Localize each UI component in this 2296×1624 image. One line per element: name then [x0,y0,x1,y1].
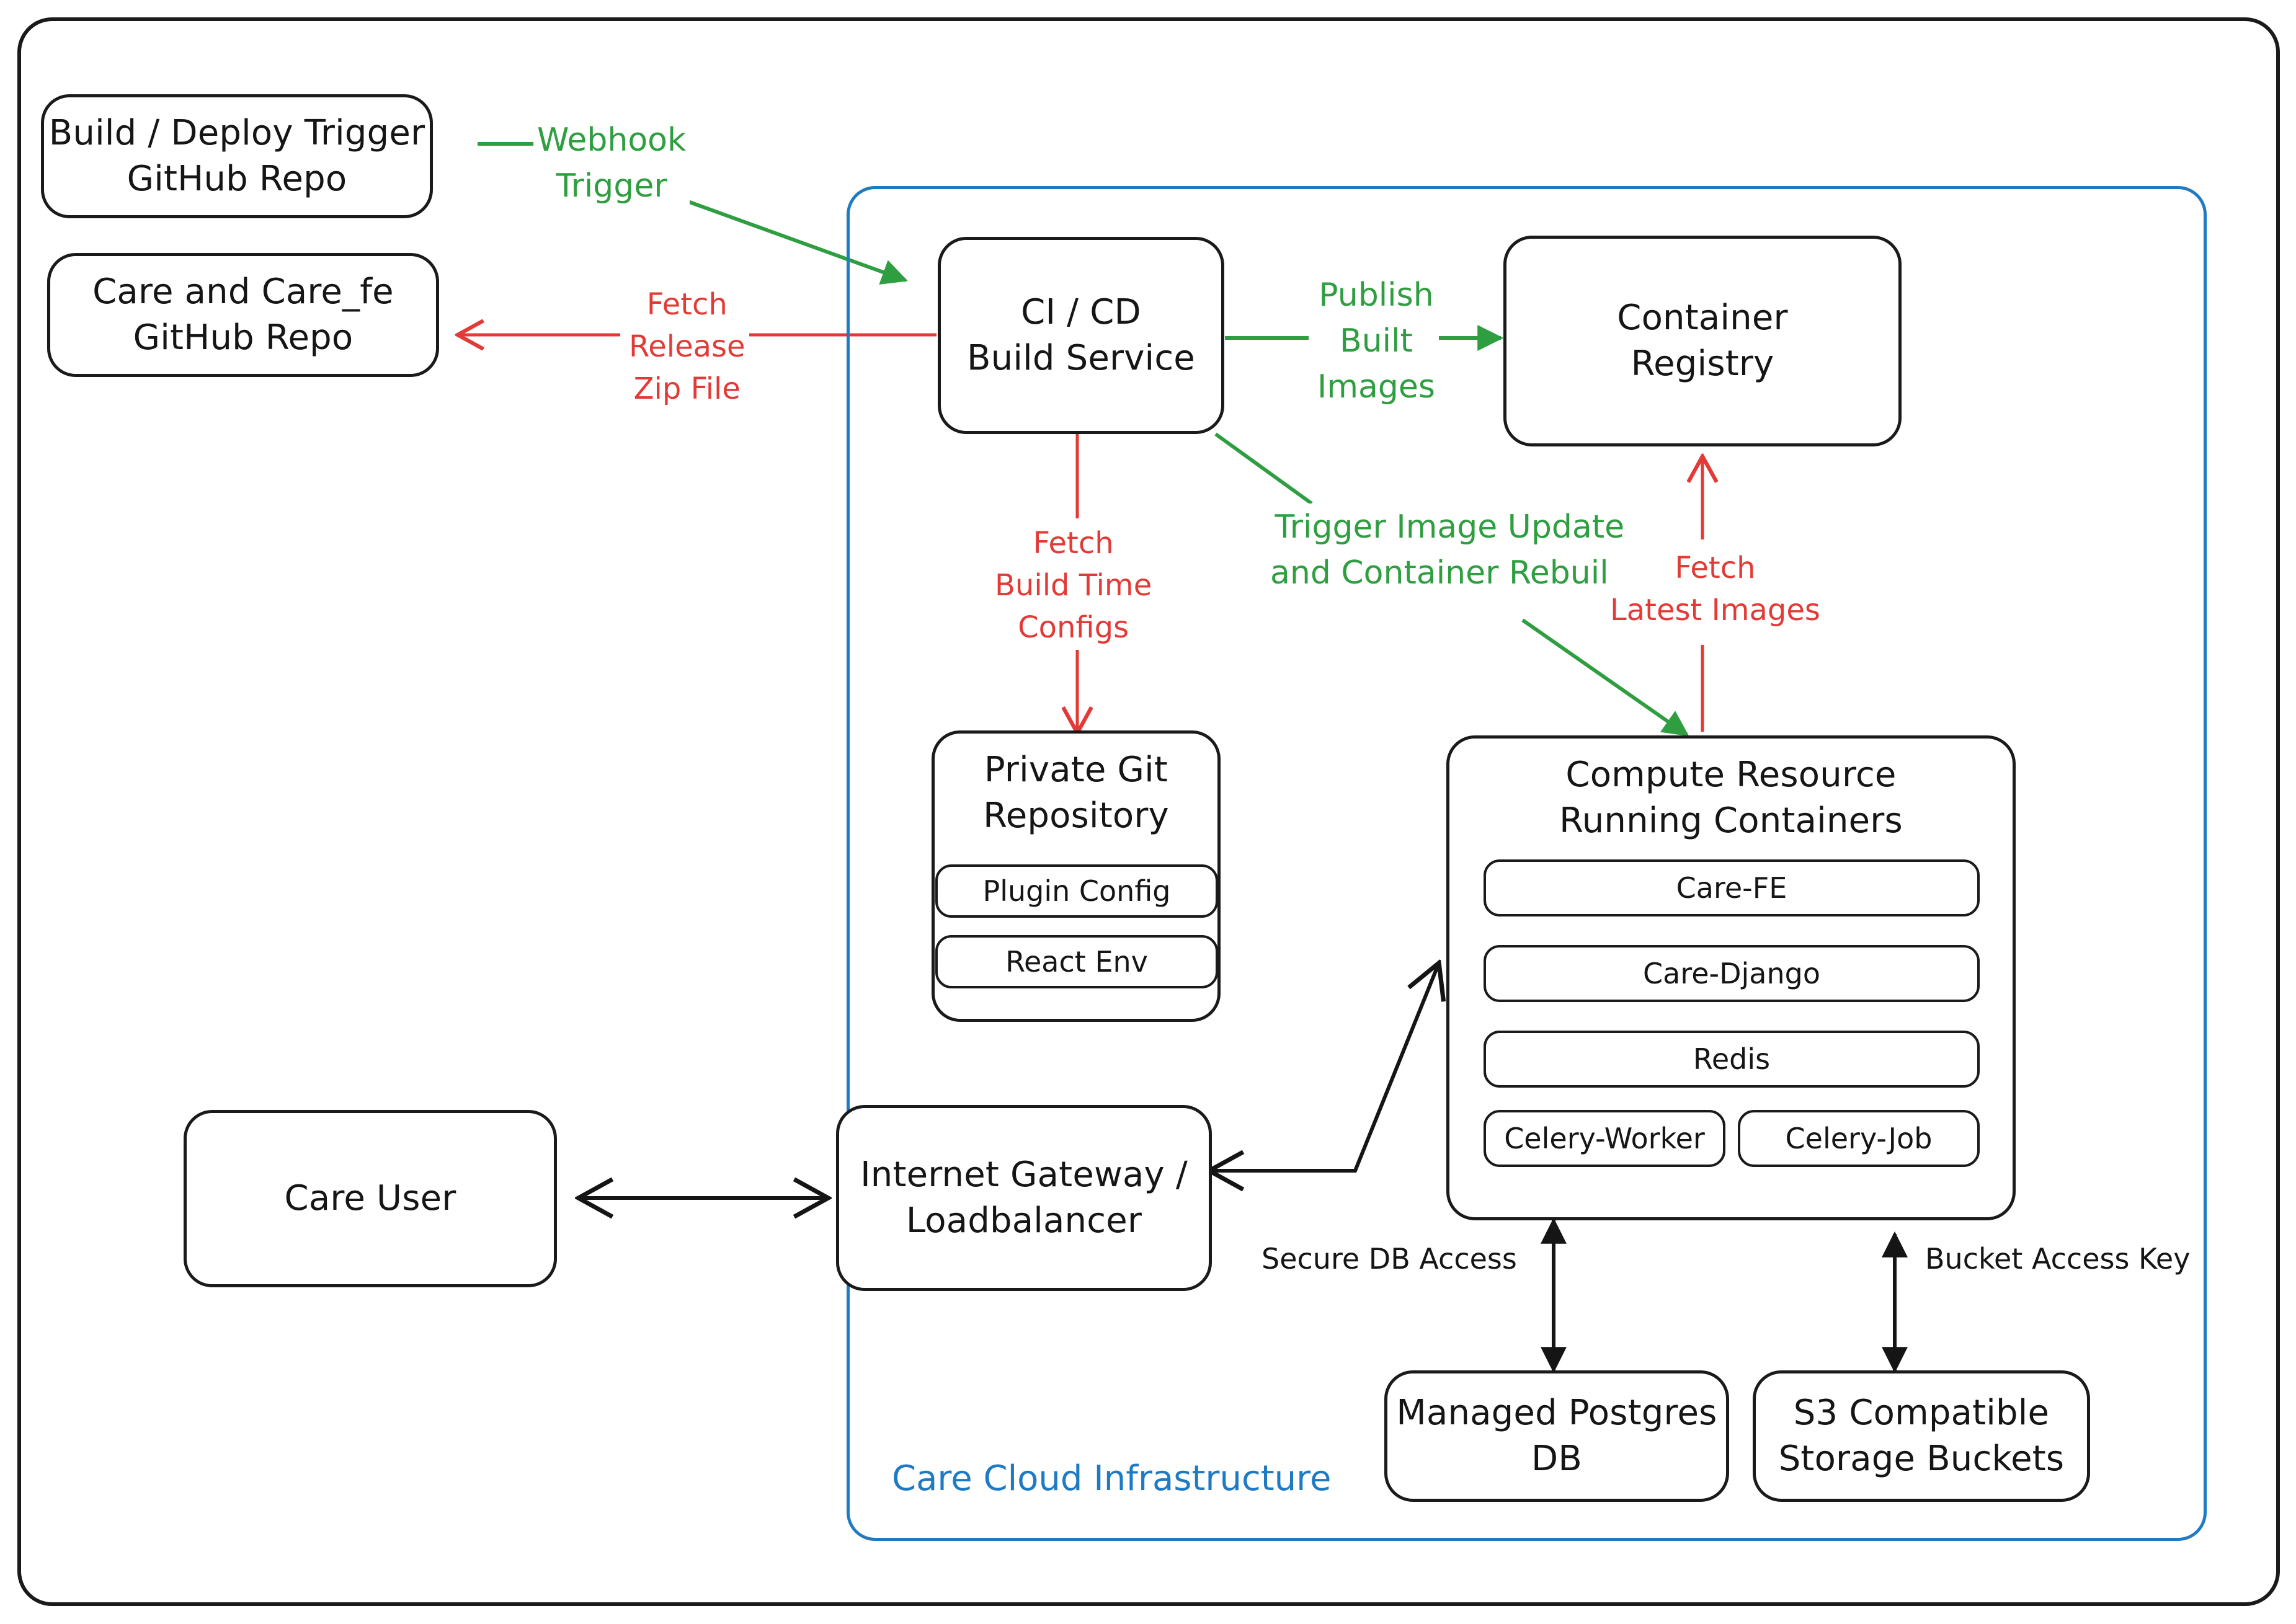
node-private-git-repository-line1: Private Git [984,750,1168,790]
subnode-care-fe[interactable]: Care-FE [1484,859,1980,916]
subnode-celery-job[interactable]: Celery-Job [1738,1110,1980,1167]
edge-label-fetch-release-zip: Fetch Release Zip File [625,282,749,412]
node-cicd-build-service-line2: Build Service [967,338,1195,378]
node-compute-resource-line1: Compute Resource [1565,755,1897,795]
node-internet-gateway[interactable]: Internet Gateway / Loadbalancer [836,1105,1212,1291]
edge-label-publish-built-images-line1: Publish [1319,277,1434,314]
edge-label-fetch-release-zip-line2: Release [629,329,745,365]
edge-label-fetch-release-zip-line1: Fetch [646,287,728,322]
edge-label-fetch-build-time-configs-line1: Fetch [1033,526,1114,561]
node-care-user[interactable]: Care User [184,1110,557,1287]
edge-label-trigger-image-update: Trigger Image Update and Container Rebui… [1266,504,1633,598]
care-cloud-infrastructure-label: Care Cloud Infrastructure [892,1458,1332,1499]
node-build-deploy-trigger-line1: Build / Deploy Trigger [48,113,425,154]
edge-label-fetch-latest-images-line1: Fetch [1675,551,1756,585]
edge-label-bucket-access-key-line1: Bucket Access Key [1925,1242,2191,1276]
node-container-registry[interactable]: Container Registry [1503,236,1902,446]
edge-label-publish-built-images-line3: Images [1317,368,1435,406]
architecture-diagram: Care Cloud Infrastructure Build / Deploy… [0,0,2296,1624]
subnode-care-fe-label: Care-FE [1676,871,1787,905]
node-internet-gateway-line1: Internet Gateway / [860,1155,1188,1196]
edge-label-webhook-trigger-line2: Trigger [556,167,667,205]
edge-label-secure-db-access-line1: Secure DB Access [1261,1242,1517,1276]
edge-label-webhook-trigger: Webhook Trigger [533,117,690,211]
subnode-celery-job-label: Celery-Job [1785,1122,1933,1155]
subnode-react-env[interactable]: React Env [935,935,1218,988]
node-managed-postgres-db-line1: Managed Postgres [1396,1393,1717,1434]
node-managed-postgres-db-line2: DB [1531,1439,1582,1479]
node-cicd-build-service[interactable]: CI / CD Build Service [938,237,1224,434]
edge-label-fetch-release-zip-line3: Zip File [633,371,741,407]
edge-label-trigger-image-update-line1: Trigger Image Update [1275,508,1625,546]
node-care-github-repo-line1: Care and Care_fe [92,272,394,313]
subnode-celery-worker-label: Celery-Worker [1504,1122,1705,1155]
node-container-registry-line1: Container [1617,298,1788,339]
node-s3-storage-buckets[interactable]: S3 Compatible Storage Buckets [1753,1370,2090,1502]
edge-label-fetch-build-time-configs-line2: Build Time [995,568,1152,603]
node-care-github-repo-line2: GitHub Repo [133,317,354,358]
node-build-deploy-trigger-line2: GitHub Repo [127,159,347,199]
edge-label-publish-built-images-line2: Built [1340,322,1413,360]
subnode-react-env-label: React Env [1005,945,1148,978]
edge-label-secure-db-access: Secure DB Access [1258,1238,1521,1281]
subnode-celery-worker[interactable]: Celery-Worker [1484,1110,1725,1167]
subnode-plugin-config-label: Plugin Config [982,874,1171,908]
edge-label-fetch-build-time-configs: Fetch Build Time Configs [991,521,1156,650]
node-managed-postgres-db[interactable]: Managed Postgres DB [1384,1370,1729,1502]
edge-label-fetch-latest-images-line2: Latest Images [1610,593,1820,628]
subnode-redis-label: Redis [1693,1042,1771,1076]
edge-label-fetch-latest-images: Fetch Latest Images [1606,546,1824,633]
edge-label-publish-built-images: Publish Built Images [1314,272,1439,412]
subnode-redis[interactable]: Redis [1484,1031,1980,1088]
node-container-registry-line2: Registry [1631,344,1774,384]
node-cicd-build-service-line1: CI / CD [1021,292,1141,333]
edge-label-bucket-access-key: Bucket Access Key [1921,1238,2194,1281]
node-s3-storage-buckets-line2: Storage Buckets [1778,1439,2065,1479]
node-internet-gateway-line2: Loadbalancer [905,1200,1142,1241]
node-s3-storage-buckets-line1: S3 Compatible [1793,1393,2050,1434]
edge-label-trigger-image-update-line2: and Container Rebuild [1270,554,1629,592]
edge-label-fetch-build-time-configs-line3: Configs [1018,610,1129,646]
node-build-deploy-trigger[interactable]: Build / Deploy Trigger GitHub Repo [41,94,433,218]
subnode-care-django[interactable]: Care-Django [1484,945,1980,1002]
subnode-care-django-label: Care-Django [1643,957,1820,990]
node-private-git-repository-line2: Repository [983,795,1169,836]
node-care-github-repo[interactable]: Care and Care_fe GitHub Repo [47,253,439,377]
node-compute-resource-line2: Running Containers [1559,800,1903,841]
edge-label-webhook-trigger-line1: Webhook [537,122,687,159]
subnode-plugin-config[interactable]: Plugin Config [935,864,1218,918]
node-care-user-line1: Care User [284,1178,456,1219]
